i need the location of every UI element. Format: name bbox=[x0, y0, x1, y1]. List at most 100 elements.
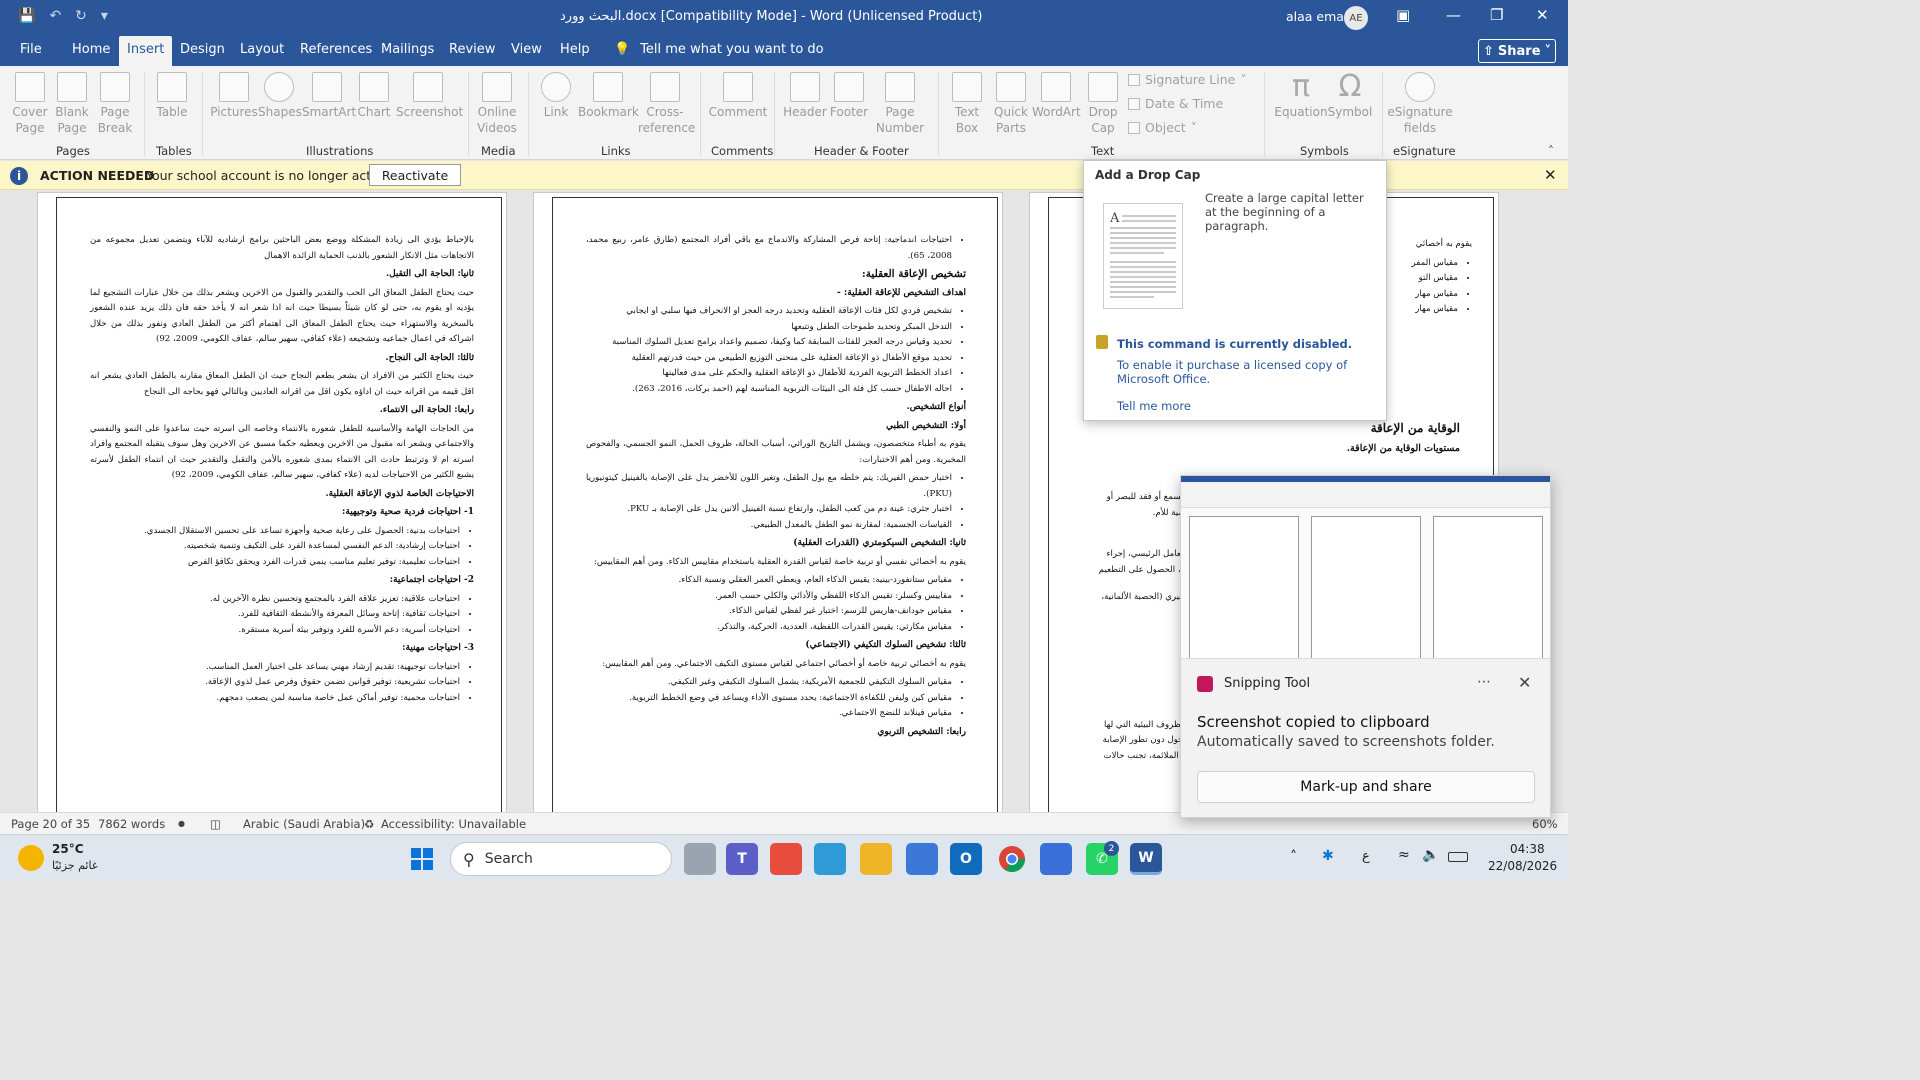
cover-page-button[interactable]: Cover Page bbox=[8, 70, 52, 136]
quick-parts-icon bbox=[996, 72, 1026, 102]
pictures-icon bbox=[219, 72, 249, 102]
tell-me-more-link[interactable]: Tell me more bbox=[1117, 399, 1191, 413]
store-icon[interactable] bbox=[906, 843, 938, 875]
clock-date[interactable]: 22/08/2026 bbox=[1488, 859, 1557, 873]
word-count[interactable]: 7862 words bbox=[98, 817, 165, 831]
accessibility-status[interactable]: Accessibility: Unavailable bbox=[381, 817, 526, 831]
user-name[interactable]: alaa emad bbox=[1286, 9, 1352, 24]
input-language[interactable]: ع bbox=[1362, 849, 1370, 864]
tab-mailings[interactable]: Mailings bbox=[381, 42, 434, 57]
mark-up-and-share-button[interactable]: Mark-up and share bbox=[1197, 771, 1535, 803]
language[interactable]: Arabic (Saudi Arabia) bbox=[243, 817, 365, 831]
weather-icon[interactable] bbox=[18, 845, 44, 871]
temperature[interactable]: 25°C bbox=[52, 842, 84, 856]
more-options-icon[interactable]: ⋯ bbox=[1477, 674, 1491, 690]
save-icon[interactable]: 💾 bbox=[18, 8, 35, 24]
bluetooth-icon[interactable]: ✱ bbox=[1322, 848, 1334, 864]
signature-line-button[interactable]: Signature Line ˅ bbox=[1128, 72, 1247, 87]
chart-button[interactable]: Chart bbox=[356, 70, 392, 120]
photos-icon[interactable] bbox=[814, 843, 846, 875]
shapes-button[interactable]: Shapes bbox=[258, 70, 302, 120]
proofing-icon[interactable]: ◫ bbox=[210, 817, 221, 831]
quick-parts-button[interactable]: Quick Parts bbox=[990, 70, 1032, 136]
link-button[interactable]: Link bbox=[538, 70, 574, 120]
maximize-icon[interactable]: ❐ bbox=[1490, 6, 1503, 24]
tab-review[interactable]: Review bbox=[449, 42, 495, 57]
tab-layout[interactable]: Layout bbox=[240, 42, 284, 57]
drop-cap-button[interactable]: Drop Cap bbox=[1082, 70, 1124, 136]
clock-time[interactable]: 04:38 bbox=[1510, 842, 1545, 856]
undo-icon[interactable]: ↶ bbox=[49, 8, 61, 24]
tab-insert[interactable]: Insert bbox=[119, 36, 173, 66]
word-taskbar-icon[interactable]: W bbox=[1130, 843, 1162, 875]
tab-design[interactable]: Design bbox=[180, 42, 225, 57]
screenshot-preview[interactable] bbox=[1181, 476, 1550, 659]
page-count[interactable]: Page 20 of 35 bbox=[11, 817, 90, 831]
pictures-button[interactable]: Pictures bbox=[210, 70, 258, 120]
file-explorer-icon[interactable] bbox=[860, 843, 892, 875]
weather-text[interactable]: غائم جزئيًا bbox=[52, 859, 98, 872]
tell-me-search[interactable]: 💡 Tell me what you want to do bbox=[614, 42, 824, 57]
taskbar-search[interactable]: ⚲ Search bbox=[450, 842, 672, 876]
tooltip-title: Add a Drop Cap bbox=[1095, 168, 1201, 182]
tab-references[interactable]: References bbox=[300, 42, 372, 57]
minimize-icon[interactable]: — bbox=[1446, 6, 1461, 24]
close-icon[interactable]: ✕ bbox=[1536, 6, 1549, 24]
chrome-icon[interactable] bbox=[996, 843, 1028, 875]
tab-file[interactable]: File bbox=[20, 42, 42, 57]
symbol-button[interactable]: Ω Symbol bbox=[1326, 70, 1374, 120]
blank-page-button[interactable]: Blank Page bbox=[54, 70, 90, 136]
page-number-button[interactable]: Page Number bbox=[872, 70, 928, 136]
lightbulb-icon: 💡 bbox=[614, 42, 631, 57]
wifi-icon[interactable]: ≈ bbox=[1398, 847, 1410, 863]
group-divider bbox=[1382, 72, 1383, 156]
outlook-icon[interactable]: O bbox=[950, 843, 982, 875]
close-notification-icon[interactable]: ✕ bbox=[1518, 673, 1531, 692]
footer-icon bbox=[834, 72, 864, 102]
battery-icon[interactable] bbox=[1448, 852, 1468, 862]
notepad-icon[interactable] bbox=[1040, 843, 1072, 875]
reactivate-button[interactable]: Reactivate bbox=[369, 164, 461, 186]
online-videos-button[interactable]: Online Videos bbox=[474, 70, 520, 136]
chevron-down-icon: ˅ bbox=[1190, 120, 1197, 135]
object-button[interactable]: Object ˅ bbox=[1128, 120, 1197, 135]
smartart-button[interactable]: SmartArt bbox=[302, 70, 356, 120]
page-21[interactable]: احتياجات اندماجية: إتاحة فرص المشاركة وا… bbox=[533, 192, 1003, 812]
collapse-ribbon-icon[interactable]: ˄ bbox=[1548, 144, 1554, 158]
equation-button[interactable]: π Equation bbox=[1272, 70, 1330, 120]
header-button[interactable]: Header bbox=[782, 70, 828, 120]
page-20[interactable]: بالإحباط يؤدي الى زيادة المشكلة ووضع بعض… bbox=[37, 192, 507, 812]
snipping-tool-notification: Snipping Tool ⋯ ✕ Screenshot copied to c… bbox=[1180, 475, 1551, 818]
show-hidden-icons[interactable]: ˄ bbox=[1290, 849, 1297, 865]
avatar[interactable]: AE bbox=[1344, 6, 1368, 30]
zoom-level[interactable]: 60% bbox=[1532, 817, 1558, 831]
tab-view[interactable]: View bbox=[511, 42, 542, 57]
share-button[interactable]: ⇧ Share ˅ bbox=[1478, 39, 1556, 63]
tab-help[interactable]: Help bbox=[560, 42, 590, 57]
teams-icon[interactable]: T bbox=[726, 843, 758, 875]
heading: ثانيا: الحاجة الى التقبل. bbox=[385, 269, 474, 279]
bookmark-button[interactable]: Bookmark bbox=[578, 70, 639, 120]
comment-icon bbox=[723, 72, 753, 102]
close-bar-icon[interactable]: ✕ bbox=[1544, 166, 1557, 184]
list-item: مقياس مكارثي: يقيس القدرات اللفظية، العد… bbox=[586, 620, 952, 636]
esignature-fields-button[interactable]: eSignature fields bbox=[1386, 70, 1454, 136]
start-icon[interactable] bbox=[406, 843, 438, 875]
date-time-button[interactable]: Date & Time bbox=[1128, 96, 1223, 111]
task-view-icon[interactable] bbox=[684, 843, 716, 875]
ribbon-display-icon[interactable]: ▣ bbox=[1396, 6, 1410, 24]
volume-icon[interactable]: 🔈 bbox=[1422, 847, 1439, 863]
page-break-button[interactable]: Page Break bbox=[96, 70, 134, 136]
redo-icon[interactable]: ↻ bbox=[75, 8, 87, 24]
comment-button[interactable]: Comment bbox=[708, 70, 768, 120]
screenshot-button[interactable]: Screenshot bbox=[396, 70, 463, 120]
cross-reference-button[interactable]: Cross-reference bbox=[638, 70, 695, 136]
list-item: تشخيص فردي لكل فئات الإعاقة العقلية وتحد… bbox=[586, 304, 952, 320]
tab-home[interactable]: Home bbox=[72, 42, 110, 57]
wordart-button[interactable]: WordArt bbox=[1032, 70, 1081, 120]
customize-qa-icon[interactable]: ▾ bbox=[101, 8, 108, 24]
footer-button[interactable]: Footer bbox=[828, 70, 870, 120]
table-button[interactable]: Table bbox=[152, 70, 192, 120]
paint-icon[interactable] bbox=[770, 843, 802, 875]
text-box-button[interactable]: Text Box bbox=[946, 70, 988, 136]
